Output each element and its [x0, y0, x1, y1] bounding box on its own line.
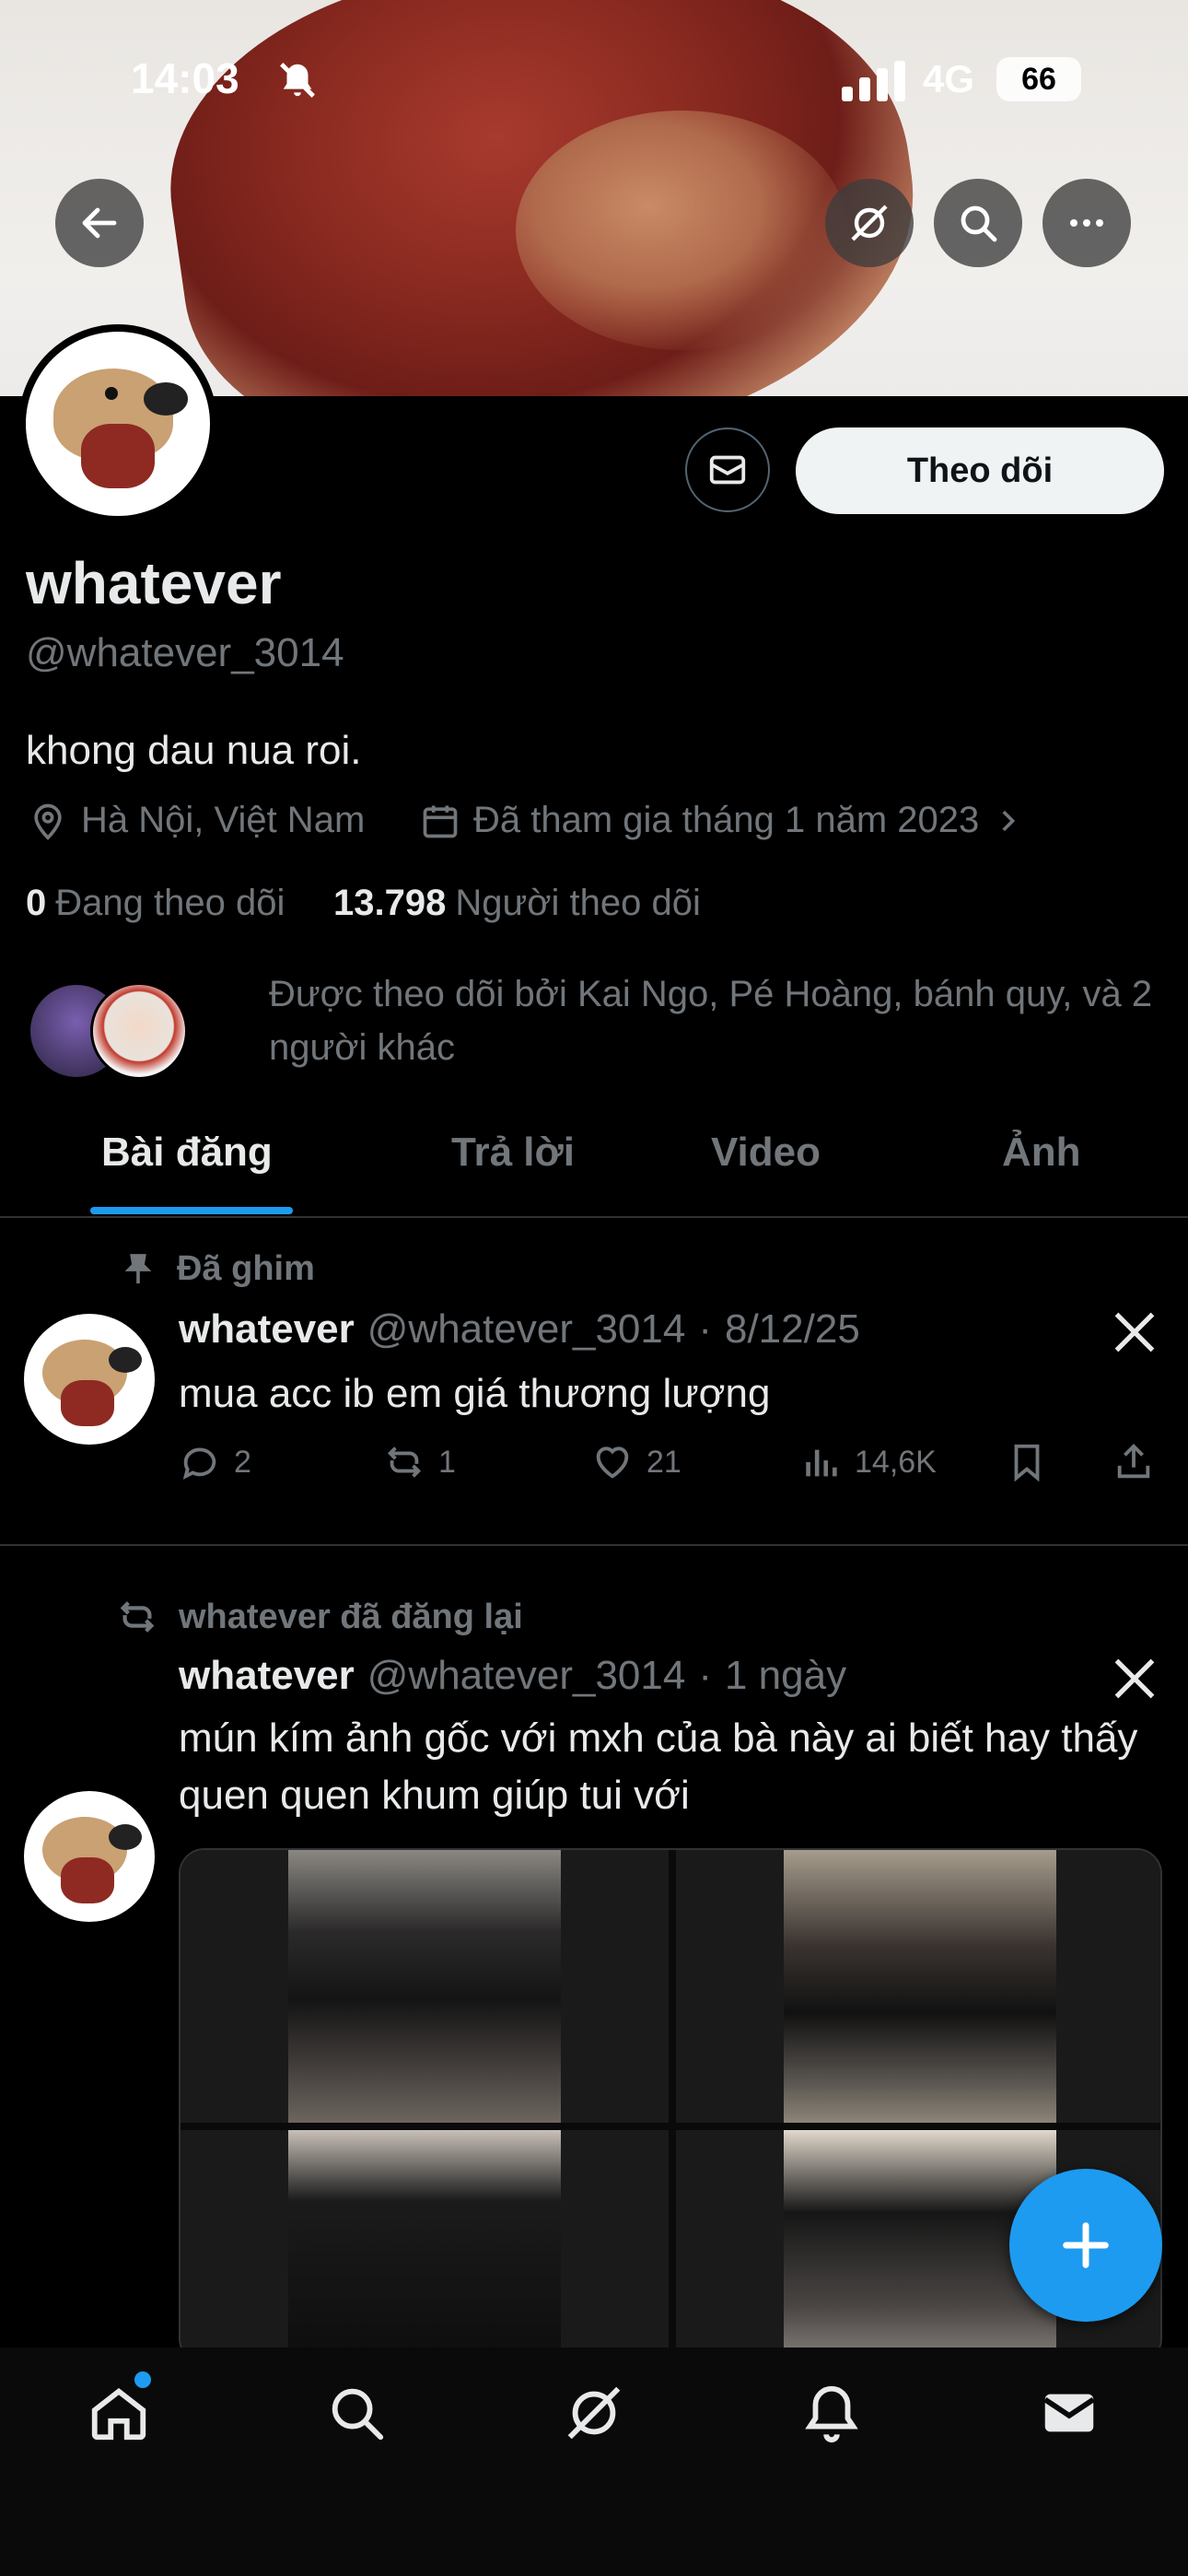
- like-count: 21: [646, 1444, 681, 1480]
- profile-avatar[interactable]: [18, 324, 217, 523]
- post-header: whatever @whatever_3014 · 1 ngày: [179, 1653, 846, 1699]
- display-name: whatever: [26, 550, 282, 616]
- reply-count: 2: [234, 1444, 251, 1480]
- post-author-name[interactable]: whatever: [179, 1306, 355, 1352]
- back-button[interactable]: [55, 179, 144, 267]
- more-button[interactable]: [1042, 179, 1131, 267]
- like-button[interactable]: 21: [591, 1441, 681, 1483]
- post-dot: ·: [698, 1306, 712, 1352]
- share-button[interactable]: [1112, 1441, 1155, 1483]
- media-image-1[interactable]: [181, 1850, 669, 2123]
- repost-button[interactable]: 1: [383, 1441, 456, 1483]
- followers-count: 13.798: [333, 883, 447, 923]
- followers-label: Người theo dõi: [455, 883, 701, 923]
- post-author-handle[interactable]: @whatever_3014: [367, 1653, 686, 1699]
- pinned-label: Đã ghim: [177, 1249, 315, 1288]
- grok-icon: [567, 2386, 621, 2440]
- media-image-3[interactable]: [181, 2130, 669, 2362]
- chevron-right-icon: [1002, 810, 1016, 831]
- nav-messages[interactable]: [1037, 2381, 1101, 2450]
- pinned-label-row: Đã ghim: [120, 1249, 315, 1289]
- grok-icon: [851, 205, 888, 241]
- repost-icon: [387, 1446, 422, 1478]
- post-divider: [0, 1544, 1188, 1546]
- plus-icon: [1063, 2222, 1109, 2268]
- following-label: Đang theo dõi: [55, 883, 285, 923]
- home-notification-dot: [134, 2371, 151, 2388]
- post-time[interactable]: 8/12/25: [725, 1306, 860, 1352]
- post-text: mua acc ib em giá thương lượng: [179, 1371, 771, 1416]
- post-media-grid[interactable]: [179, 1848, 1162, 2364]
- post-dot: ·: [698, 1653, 712, 1698]
- grok-button[interactable]: [825, 179, 914, 267]
- bio: khong dau nua roi.: [26, 728, 362, 773]
- mail-icon: [1043, 2394, 1095, 2432]
- mail-icon: [709, 455, 746, 485]
- followers-stat[interactable]: 13.798 Người theo dõi: [333, 883, 701, 924]
- tab-photos[interactable]: Ảnh: [1002, 1130, 1081, 1176]
- x-logo-icon[interactable]: [1111, 1308, 1159, 1361]
- tab-video[interactable]: Video: [711, 1130, 821, 1176]
- x-logo-icon[interactable]: [1111, 1655, 1159, 1707]
- post-header: whatever @whatever_3014 · 8/12/25: [179, 1306, 860, 1352]
- pin-icon: [124, 1253, 152, 1283]
- post-author-name[interactable]: whatever: [179, 1653, 355, 1699]
- nav-grok[interactable]: [562, 2381, 626, 2450]
- joined-text: Đã tham gia tháng 1 năm 2023: [473, 800, 980, 840]
- search-icon: [332, 2388, 384, 2441]
- battery-indicator: 66: [996, 57, 1081, 101]
- more-icon: [1070, 219, 1103, 227]
- reply-button[interactable]: 2: [179, 1441, 251, 1483]
- status-time: 14:03: [131, 54, 239, 102]
- post-avatar[interactable]: [24, 1314, 155, 1445]
- joined-row[interactable]: Đã tham gia tháng 1 năm 2023: [420, 800, 1023, 841]
- location-text: Hà Nội, Việt Nam: [81, 800, 366, 840]
- silent-mode-icon: [276, 59, 319, 106]
- search-icon: [961, 205, 997, 242]
- bell-icon: [805, 2385, 858, 2443]
- location-row: Hà Nội, Việt Nam: [28, 800, 365, 841]
- bookmark-icon: [1014, 1444, 1040, 1482]
- views-button[interactable]: 14,6K: [799, 1441, 937, 1483]
- following-stat[interactable]: 0 Đang theo dõi: [26, 883, 285, 924]
- post-text: mún kím ảnh gốc với mxh của bà này ai bi…: [179, 1715, 1138, 1818]
- handle: @whatever_3014: [26, 630, 344, 675]
- share-icon: [1117, 1444, 1150, 1479]
- post-avatar[interactable]: [24, 1791, 155, 1922]
- repost-context-row: whatever đã đăng lại: [116, 1596, 523, 1638]
- tab-posts[interactable]: Bài đăng: [101, 1130, 273, 1176]
- network-type: 4G: [923, 57, 975, 100]
- repost-icon: [120, 1601, 155, 1633]
- battery-level: 66: [1021, 61, 1056, 97]
- back-arrow-icon: [82, 207, 117, 239]
- bookmark-button[interactable]: [1006, 1441, 1048, 1483]
- views-icon: [806, 1449, 837, 1477]
- followed-by-text[interactable]: Được theo dõi bởi Kai Ngo, Pé Hoàng, bán…: [269, 967, 1171, 1074]
- like-icon: [596, 1446, 629, 1479]
- repost-count: 1: [438, 1444, 456, 1480]
- reply-icon: [182, 1447, 216, 1480]
- tabs-divider: [0, 1216, 1188, 1218]
- nav-notifications[interactable]: [799, 2381, 864, 2450]
- calendar-icon: [423, 805, 458, 837]
- repost-context-label[interactable]: whatever đã đăng lại: [179, 1598, 523, 1637]
- follower-avatar-2: [90, 982, 188, 1080]
- nav-search[interactable]: [324, 2381, 389, 2450]
- media-image-2[interactable]: [676, 1850, 1160, 2123]
- message-button[interactable]: [685, 427, 770, 512]
- location-icon: [34, 803, 62, 840]
- follow-button[interactable]: Theo dõi: [796, 427, 1164, 514]
- tab-replies[interactable]: Trả lời: [451, 1130, 575, 1176]
- following-count: 0: [26, 883, 47, 923]
- post-author-handle[interactable]: @whatever_3014: [367, 1306, 686, 1352]
- home-icon: [91, 2387, 146, 2441]
- compose-button[interactable]: [1009, 2169, 1162, 2322]
- post-time[interactable]: 1 ngày: [725, 1653, 846, 1699]
- views-count: 14,6K: [855, 1444, 937, 1480]
- active-tab-indicator: [90, 1207, 293, 1214]
- nav-home[interactable]: [87, 2381, 151, 2450]
- signal-icon: [842, 61, 906, 106]
- search-button[interactable]: [934, 179, 1022, 267]
